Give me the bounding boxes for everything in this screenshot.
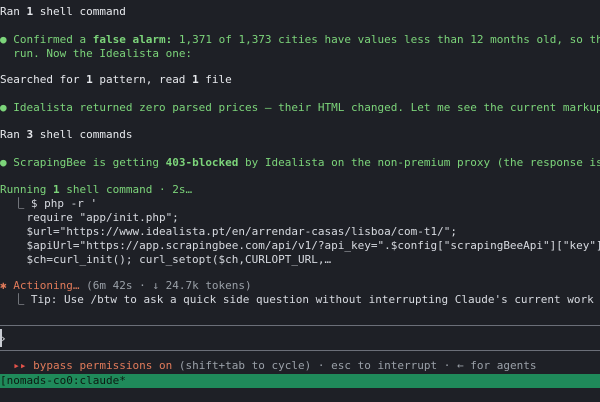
code-line: $apiUrl="https://app.scrapingbee.com/api… <box>0 239 600 252</box>
count: 1 <box>52 183 60 196</box>
divider <box>0 350 600 351</box>
code-line: ⎿ $ php -r ' <box>0 197 98 210</box>
text: 1,371 of 1,373 cities have values less t… <box>178 33 600 46</box>
text: Idealista returned zero parsed prices — … <box>13 101 600 114</box>
highlight: false alarm: <box>92 33 173 46</box>
searched-line: Searched for 1 pattern, read 1 file <box>0 73 600 87</box>
message-idealista: ● Idealista returned zero parsed prices … <box>0 101 600 115</box>
bullet-icon: ● <box>0 33 7 46</box>
bullet-icon: ● <box>0 101 7 114</box>
text: pattern, read <box>92 73 193 86</box>
divider <box>0 325 600 326</box>
highlight: 403-blocked <box>165 156 239 169</box>
text: run. Now the Idealista one: <box>13 47 193 60</box>
code-line: $url="https://www.idealista.pt/en/arrend… <box>0 225 457 238</box>
code-line: $ch=curl_init(); curl_setopt($ch,CURLOPT… <box>0 253 332 266</box>
count: 1 <box>86 73 93 86</box>
text: shell command · 2s… <box>59 183 193 196</box>
text-cursor <box>0 329 2 347</box>
status-meta: (6m 42s · ↓ 24.7k tokens) <box>79 279 252 292</box>
message-scrapingbee: ● ScrapingBee is getting 403-blocked by … <box>0 156 600 170</box>
prompt-input[interactable]: › <box>0 332 600 346</box>
status-label: Actioning… <box>13 279 80 292</box>
text: shell command <box>33 5 126 18</box>
text: Running <box>0 183 53 196</box>
ran-shell-commands-line: Ran 3 shell commands <box>0 128 600 142</box>
ran-shell-command-line: Ran 1 shell command <box>0 5 600 19</box>
text: Ran <box>0 128 27 141</box>
asterisk-icon: ✱ <box>0 279 7 292</box>
footer-hint-text: (shift+tab to cycle) · esc to interrupt … <box>172 359 537 372</box>
text: by Idealista on the non-premium proxy (t… <box>245 156 600 169</box>
arrows-icon: ▸▸ <box>13 359 27 372</box>
tmux-status-bar: [nomads-co0:claude* <box>0 374 600 388</box>
tip-line: ⎿ Tip: Use /btw to ask a quick side ques… <box>0 293 594 306</box>
text: ScrapingBee is getting <box>13 156 166 169</box>
terminal-window: Ran 1 shell command ● Confirmed a false … <box>0 0 600 402</box>
text: file <box>198 73 232 86</box>
status-bar-text: [nomads-co0:claude* <box>0 374 126 387</box>
footer-hints: ▸▸ bypass permissions on (shift+tab to c… <box>0 359 600 373</box>
running-line: Running 1 shell command · 2s… <box>0 183 600 197</box>
bypass-permissions-label[interactable]: bypass permissions on <box>27 359 172 372</box>
text: Searched for <box>0 73 87 86</box>
actioning-status: ✱ Actioning… (6m 42s · ↓ 24.7k tokens) <box>0 279 600 293</box>
count: 1 <box>192 73 199 86</box>
text: shell commands <box>33 128 133 141</box>
bullet-icon: ● <box>0 156 7 169</box>
text: Ran <box>0 5 27 18</box>
message-confirmed-cont: run. Now the Idealista one: <box>0 47 600 61</box>
code-line: require "app/init.php"; <box>0 211 179 224</box>
text: Confirmed a <box>13 33 93 46</box>
message-confirmed: ● Confirmed a false alarm: 1,371 of 1,37… <box>0 33 600 47</box>
